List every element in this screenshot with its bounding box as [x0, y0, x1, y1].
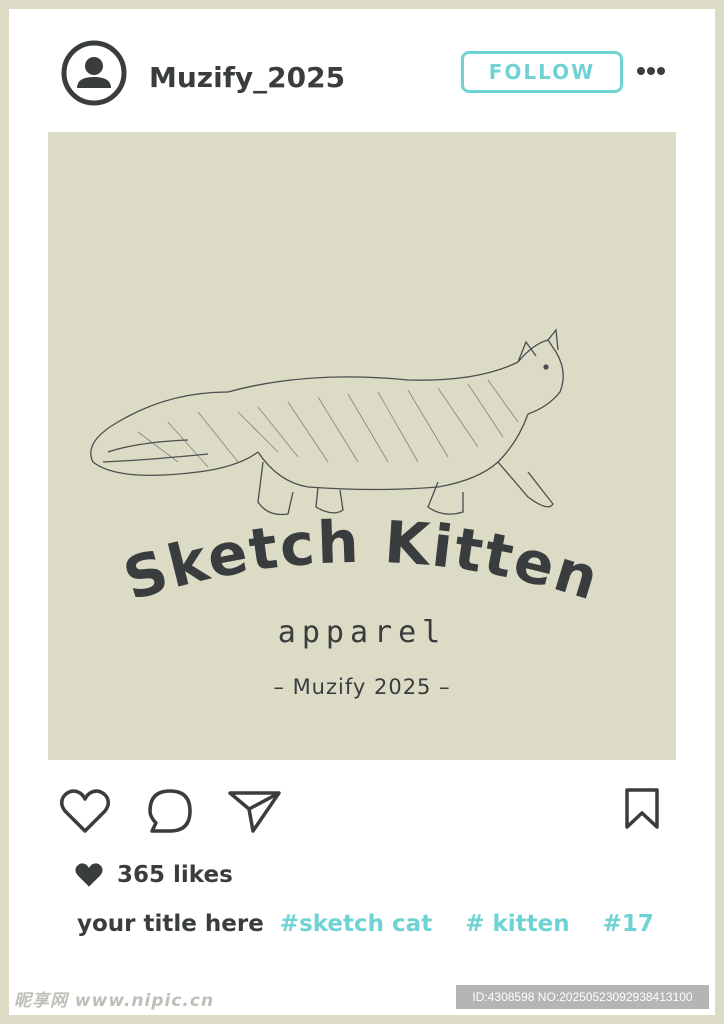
- cat-sketch-illustration: [90, 328, 564, 516]
- hashtag-sketch-cat[interactable]: #sketch cat: [280, 911, 432, 937]
- brand-credit: – Muzify 2025 –: [273, 675, 451, 699]
- comment-icon: [148, 789, 192, 833]
- brand-title: Sketch Kitten: [116, 508, 608, 607]
- save-button[interactable]: [623, 787, 661, 835]
- likes-count[interactable]: 365 likes: [117, 862, 233, 888]
- share-button[interactable]: [227, 787, 283, 839]
- hashtag-kitten[interactable]: # kitten: [465, 911, 569, 937]
- avatar[interactable]: [61, 40, 127, 106]
- caption: your title here #sketch cat # kitten #17: [77, 911, 687, 937]
- watermark-id: ID:4308598 NO:20250523092938413100: [456, 985, 709, 1009]
- post-image[interactable]: Sketch Kitten apparel – Muzify 2025 –: [48, 132, 676, 760]
- send-icon: [228, 791, 281, 833]
- heart-icon: [60, 789, 110, 833]
- svg-text:Sketch Kitten: Sketch Kitten: [116, 508, 608, 607]
- heart-filled-icon: [75, 863, 103, 887]
- comment-button[interactable]: [146, 787, 194, 839]
- caption-title: your title here: [77, 911, 264, 937]
- bookmark-icon: [625, 788, 659, 829]
- like-button[interactable]: [59, 787, 111, 839]
- more-options-button[interactable]: [635, 61, 667, 81]
- brand-subtitle: apparel: [277, 615, 447, 650]
- user-avatar-icon: [61, 40, 127, 106]
- more-dots-icon: [637, 67, 665, 75]
- follow-button[interactable]: FOLLOW: [461, 51, 623, 93]
- username[interactable]: Muzify_2025: [149, 61, 345, 94]
- post-card: Muzify_2025 FOLLOW Sketch Kitten apparel…: [9, 9, 715, 1015]
- likes-row: 365 likes: [73, 861, 233, 889]
- watermark-logo: 昵享网 www.nipic.cn: [14, 991, 215, 1011]
- hashtag-17[interactable]: #17: [603, 911, 654, 937]
